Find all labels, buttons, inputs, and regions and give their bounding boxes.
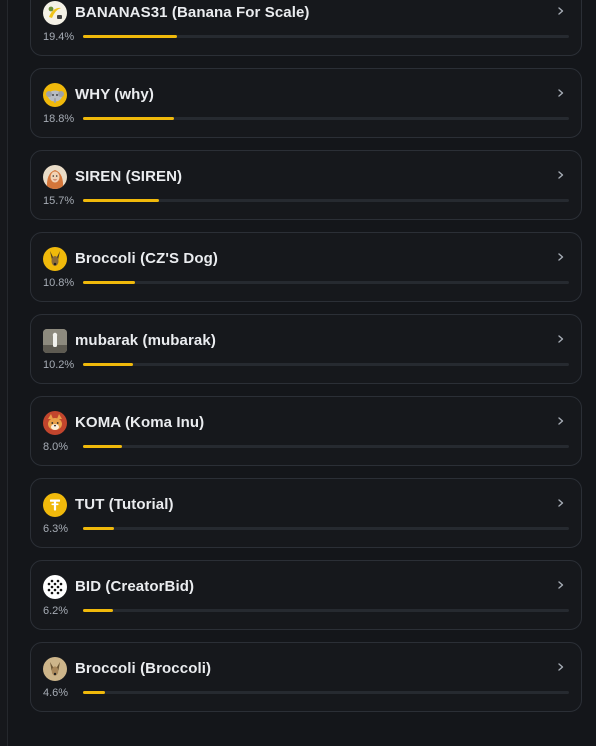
why-elephant-token-icon xyxy=(43,83,67,107)
token-name: Broccoli (CZ'S Dog) xyxy=(75,250,218,267)
chevron-right-icon[interactable] xyxy=(556,170,566,180)
siren-token-icon xyxy=(43,165,67,189)
koma-inu-token-icon xyxy=(43,411,67,435)
share-bar xyxy=(83,527,569,530)
share-bar xyxy=(83,691,569,694)
share-bar-fill xyxy=(83,35,178,38)
share-percent: 10.8% xyxy=(43,277,75,289)
chevron-right-icon[interactable] xyxy=(556,88,566,98)
share-bar-fill xyxy=(83,691,106,694)
share-bar xyxy=(83,281,569,284)
token-card[interactable]: mubarak (mubarak) 10.2% xyxy=(30,314,582,384)
token-name: BID (CreatorBid) xyxy=(75,578,195,595)
creatorbid-token-icon xyxy=(43,575,67,599)
share-percent: 4.6% xyxy=(43,687,69,699)
token-list: BANANAS31 (Banana For Scale) 19.4% WHY (… xyxy=(30,0,582,724)
share-percent: 6.3% xyxy=(43,523,69,535)
token-name: KOMA (Koma Inu) xyxy=(75,414,205,431)
share-bar-fill xyxy=(83,117,175,120)
token-card[interactable]: BID (CreatorBid) 6.2% xyxy=(30,560,582,630)
tutorial-token-icon xyxy=(43,493,67,517)
token-card[interactable]: WHY (why) 18.8% xyxy=(30,68,582,138)
share-percent: 6.2% xyxy=(43,605,69,617)
token-name: SIREN (SIREN) xyxy=(75,168,183,185)
page: BANANAS31 (Banana For Scale) 19.4% WHY (… xyxy=(0,0,596,746)
share-bar-fill xyxy=(83,527,114,530)
share-bar xyxy=(83,117,569,120)
broccoli-token-icon xyxy=(43,657,67,681)
chevron-right-icon[interactable] xyxy=(556,580,566,590)
share-bar xyxy=(83,199,569,202)
broccoli-dog-token-icon xyxy=(43,247,67,271)
share-percent: 19.4% xyxy=(43,31,75,43)
token-name: mubarak (mubarak) xyxy=(75,332,216,349)
chevron-right-icon[interactable] xyxy=(556,416,566,426)
share-percent: 18.8% xyxy=(43,113,75,125)
token-card[interactable]: SIREN (SIREN) 15.7% xyxy=(30,150,582,220)
share-bar-fill xyxy=(83,445,122,448)
token-card[interactable]: Broccoli (Broccoli) 4.6% xyxy=(30,642,582,712)
mubarak-token-icon xyxy=(43,329,67,353)
share-percent: 15.7% xyxy=(43,195,75,207)
share-bar-fill xyxy=(83,609,114,612)
share-bar-fill xyxy=(83,363,133,366)
token-card[interactable]: TUT (Tutorial) 6.3% xyxy=(30,478,582,548)
token-card[interactable]: KOMA (Koma Inu) 8.0% xyxy=(30,396,582,466)
left-rail xyxy=(0,0,8,746)
chevron-right-icon[interactable] xyxy=(556,252,566,262)
token-name: Broccoli (Broccoli) xyxy=(75,660,212,677)
share-bar xyxy=(83,445,569,448)
chevron-right-icon[interactable] xyxy=(556,498,566,508)
share-percent: 8.0% xyxy=(43,441,69,453)
share-bar-fill xyxy=(83,281,136,284)
chevron-right-icon[interactable] xyxy=(556,662,566,672)
token-name: TUT (Tutorial) xyxy=(75,496,174,513)
share-bar xyxy=(83,363,569,366)
banana-token-icon xyxy=(43,1,67,25)
token-card[interactable]: Broccoli (CZ'S Dog) 10.8% xyxy=(30,232,582,302)
chevron-right-icon[interactable] xyxy=(556,6,566,16)
share-percent: 10.2% xyxy=(43,359,75,371)
share-bar xyxy=(83,609,569,612)
share-bar-fill xyxy=(83,199,160,202)
token-card[interactable]: BANANAS31 (Banana For Scale) 19.4% xyxy=(30,0,582,56)
share-bar xyxy=(83,35,569,38)
chevron-right-icon[interactable] xyxy=(556,334,566,344)
token-name: WHY (why) xyxy=(75,86,154,103)
token-name: BANANAS31 (Banana For Scale) xyxy=(75,4,310,21)
